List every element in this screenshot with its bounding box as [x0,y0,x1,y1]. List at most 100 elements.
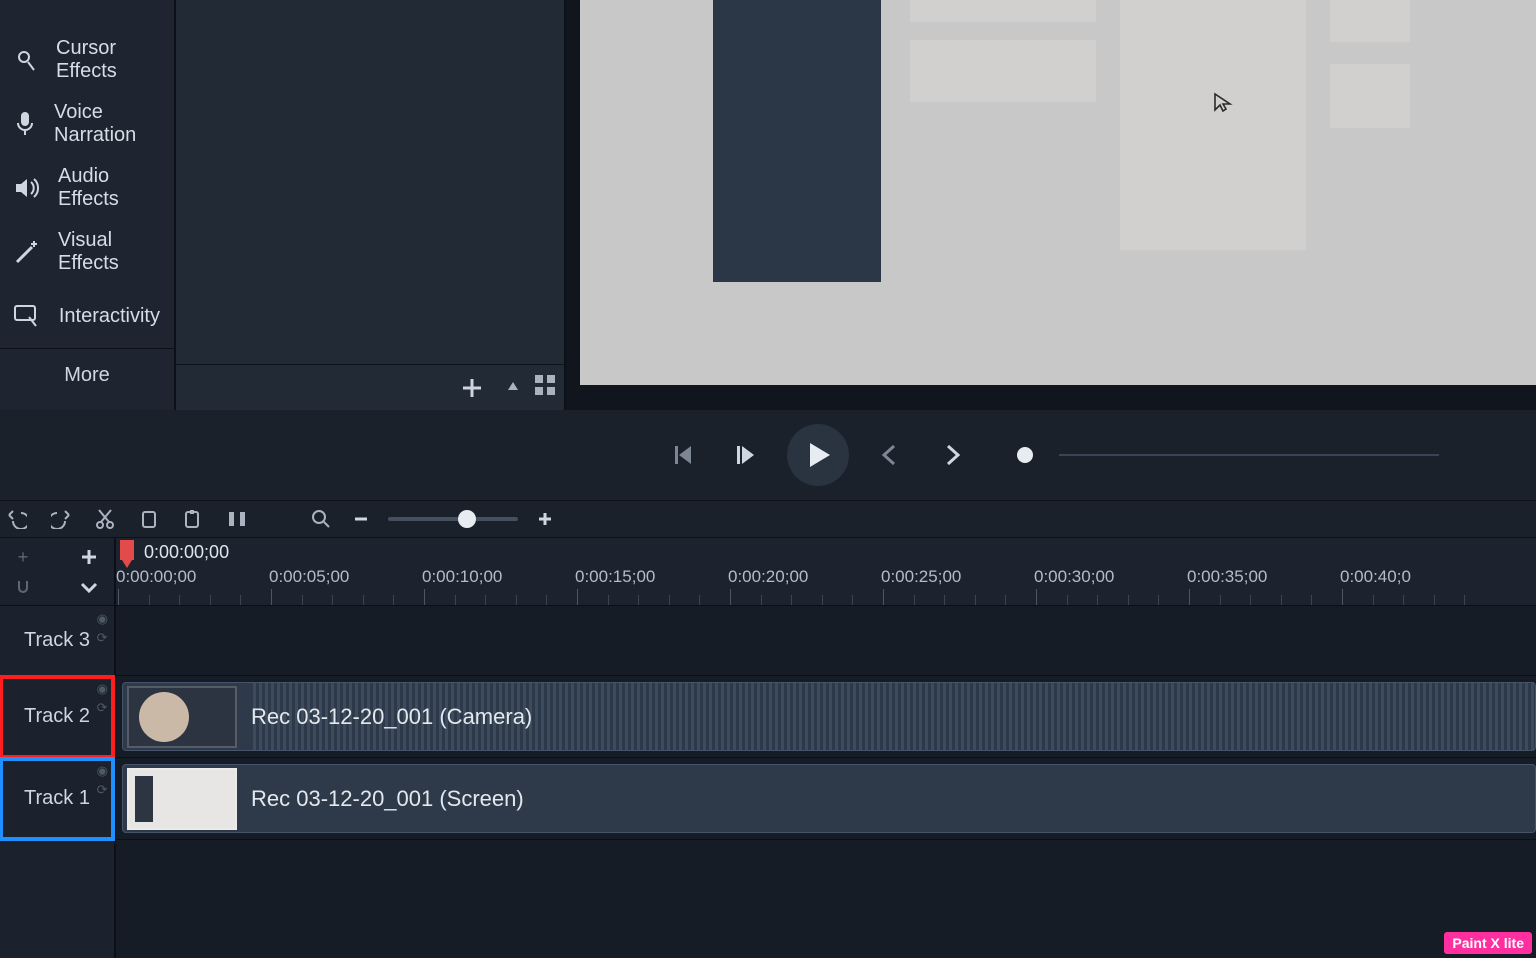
clip-camera[interactable]: Rec 03-12-20_001 (Camera) [122,682,1536,751]
collapse-icon[interactable] [506,378,520,397]
track-headers: + Track 3 ◉ ⟳ Track 2 [0,538,116,958]
track-mini-controls: ◉ ⟳ [97,764,108,796]
sidebar-item-label: Cursor Effects [56,37,160,83]
sidebar-item-partial[interactable] [0,0,174,28]
zoom-search-icon[interactable] [308,506,334,532]
track-header-3[interactable]: Track 3 ◉ ⟳ [0,606,114,676]
eye-icon[interactable]: ◉ [97,764,108,777]
sidebar-item-label: Visual Effects [58,229,160,275]
collapse-tracks-button[interactable] [76,574,102,600]
undo-button[interactable] [4,506,30,532]
preview-canvas[interactable] [580,0,1536,385]
track-name: Track 1 [24,787,90,810]
generic-icon [14,0,42,28]
sidebar-item-cursor-effects[interactable]: Cursor Effects [0,28,174,92]
prev-frame-button[interactable] [663,434,705,476]
watermark-text: Paint X lite [1452,935,1524,951]
playhead-time: 0:00:00;00 [144,542,229,563]
tools-sidebar: Cursor Effects Voice Narration Audio Eff… [0,0,176,410]
track-name: Track 2 [24,705,90,728]
ruler-tick-label: 0:00:25;00 [881,567,961,587]
sidebar-more-button[interactable]: More [0,348,174,400]
sidebar-item-label: Interactivity [59,305,160,328]
ruler-tick-label: 0:00:05;00 [269,567,349,587]
sidebar-item-label: Voice Narration [54,101,160,147]
add-track-button[interactable] [76,544,102,570]
cursor-effects-icon [14,46,38,74]
preview-window [713,0,881,282]
prev-marker-button[interactable] [869,434,911,476]
ruler-tick-label: 0:00:35;00 [1187,567,1267,587]
preview-area [566,0,1536,410]
split-button[interactable] [224,506,250,532]
track-mini-controls: ◉ ⟳ [97,682,108,714]
sidebar-more-label: More [64,364,110,386]
wand-icon [14,238,40,266]
ruler-tick-label: 0:00:20;00 [728,567,808,587]
timeline-zoom-thumb[interactable] [458,510,476,528]
zoom-in-button[interactable] [532,506,558,532]
track-header-2[interactable]: Track 2 ◉ ⟳ [0,676,114,758]
microphone-icon [14,110,36,138]
ruler-tick-label: 0:00:00;00 [116,567,196,587]
lock-icon[interactable]: ⟳ [97,701,108,714]
clip-label: Rec 03-12-20_001 (Screen) [251,786,524,812]
preview-card [1330,64,1410,128]
sidebar-item-visual-effects[interactable]: Visual Effects [0,220,174,284]
playback-controls [566,410,1536,500]
lock-icon[interactable]: ⟳ [97,783,108,796]
clip-screen[interactable]: Rec 03-12-20_001 (Screen) [122,764,1536,833]
snap-toggle-button[interactable] [10,574,36,600]
preview-zoom-handle[interactable] [1017,447,1033,463]
playhead[interactable] [120,540,134,560]
next-marker-button[interactable] [931,434,973,476]
paste-button[interactable] [180,506,206,532]
effects-panel [176,0,566,410]
track-row-1[interactable]: Rec 03-12-20_001 (Screen) [116,758,1536,840]
ruler-tick-label: 0:00:10;00 [422,567,502,587]
preview-zoom-track[interactable] [1059,454,1439,456]
preview-card [910,40,1096,102]
track-mini-controls: ◉ ⟳ [97,612,108,644]
copy-button[interactable] [136,506,162,532]
track-name: Track 3 [24,629,90,652]
sidebar-item-interactivity[interactable]: Interactivity [0,284,174,348]
clip-thumbnail [127,768,237,830]
track-row-2[interactable]: Rec 03-12-20_001 (Camera) [116,676,1536,758]
grid-view-icon[interactable] [534,374,556,401]
track-area: 0:00:00;00 0:00:00;00 0:00:05;00 0:00:10;0… [116,538,1536,958]
watermark-badge: Paint X lite [1444,932,1532,954]
track-row-3[interactable] [116,606,1536,676]
add-marker-button[interactable]: + [10,544,36,570]
eye-icon[interactable]: ◉ [97,612,108,625]
lock-icon[interactable]: ⟳ [97,631,108,644]
effects-panel-footer [176,364,564,410]
ruler-tick-label: 0:00:30;00 [1034,567,1114,587]
clip-label: Rec 03-12-20_001 (Camera) [251,704,532,730]
timeline-zoom [308,506,558,532]
clip-thumbnail [127,686,237,748]
add-effect-button[interactable] [452,368,492,408]
sidebar-item-audio-effects[interactable]: Audio Effects [0,156,174,220]
track-headers-top: + [0,538,114,606]
interactivity-icon [14,302,41,330]
ruler-tick-label: 0:00:15;00 [575,567,655,587]
timeline: + Track 3 ◉ ⟳ Track 2 [0,538,1536,958]
timeline-toolbar [0,500,1536,538]
zoom-out-button[interactable] [348,506,374,532]
eye-icon[interactable]: ◉ [97,682,108,695]
next-frame-button[interactable] [725,434,767,476]
track-header-1[interactable]: Track 1 ◉ ⟳ [0,758,114,840]
sidebar-item-label: Audio Effects [58,165,160,211]
redo-button[interactable] [48,506,74,532]
sidebar-item-voice-narration[interactable]: Voice Narration [0,92,174,156]
cut-button[interactable] [92,506,118,532]
time-ruler[interactable]: 0:00:00;00 0:00:00;00 0:00:05;00 0:00:10;0… [116,538,1536,606]
play-button[interactable] [787,424,849,486]
speaker-icon [14,174,40,202]
preview-card [910,0,1096,22]
timeline-zoom-slider[interactable] [388,517,518,521]
preview-card [1330,0,1410,42]
ruler-tick-label: 0:00:40;0 [1340,567,1411,587]
preview-card [1120,0,1306,250]
